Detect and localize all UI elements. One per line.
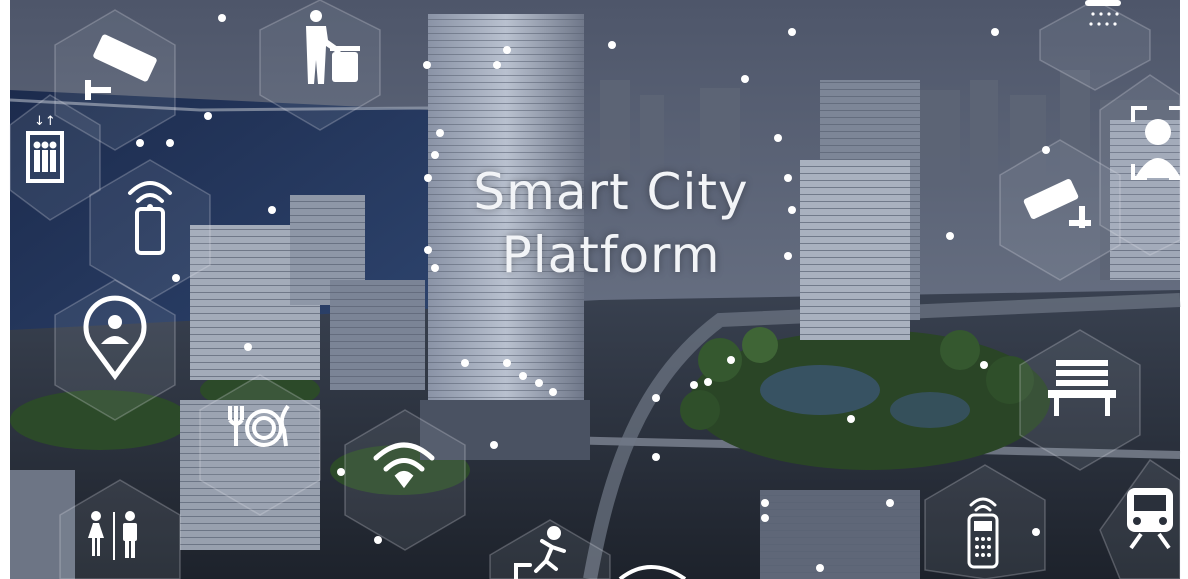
white-border-left (0, 0, 10, 579)
white-border-right (1180, 0, 1188, 579)
smart-city-illustration: ↓↑ Smart City Platform (0, 0, 1188, 579)
title-line-2: Platform (501, 226, 721, 284)
svg-text:↓↑: ↓↑ (34, 114, 56, 129)
title-line-1: Smart City (473, 163, 749, 221)
city-scene: ↓↑ (0, 0, 1188, 579)
